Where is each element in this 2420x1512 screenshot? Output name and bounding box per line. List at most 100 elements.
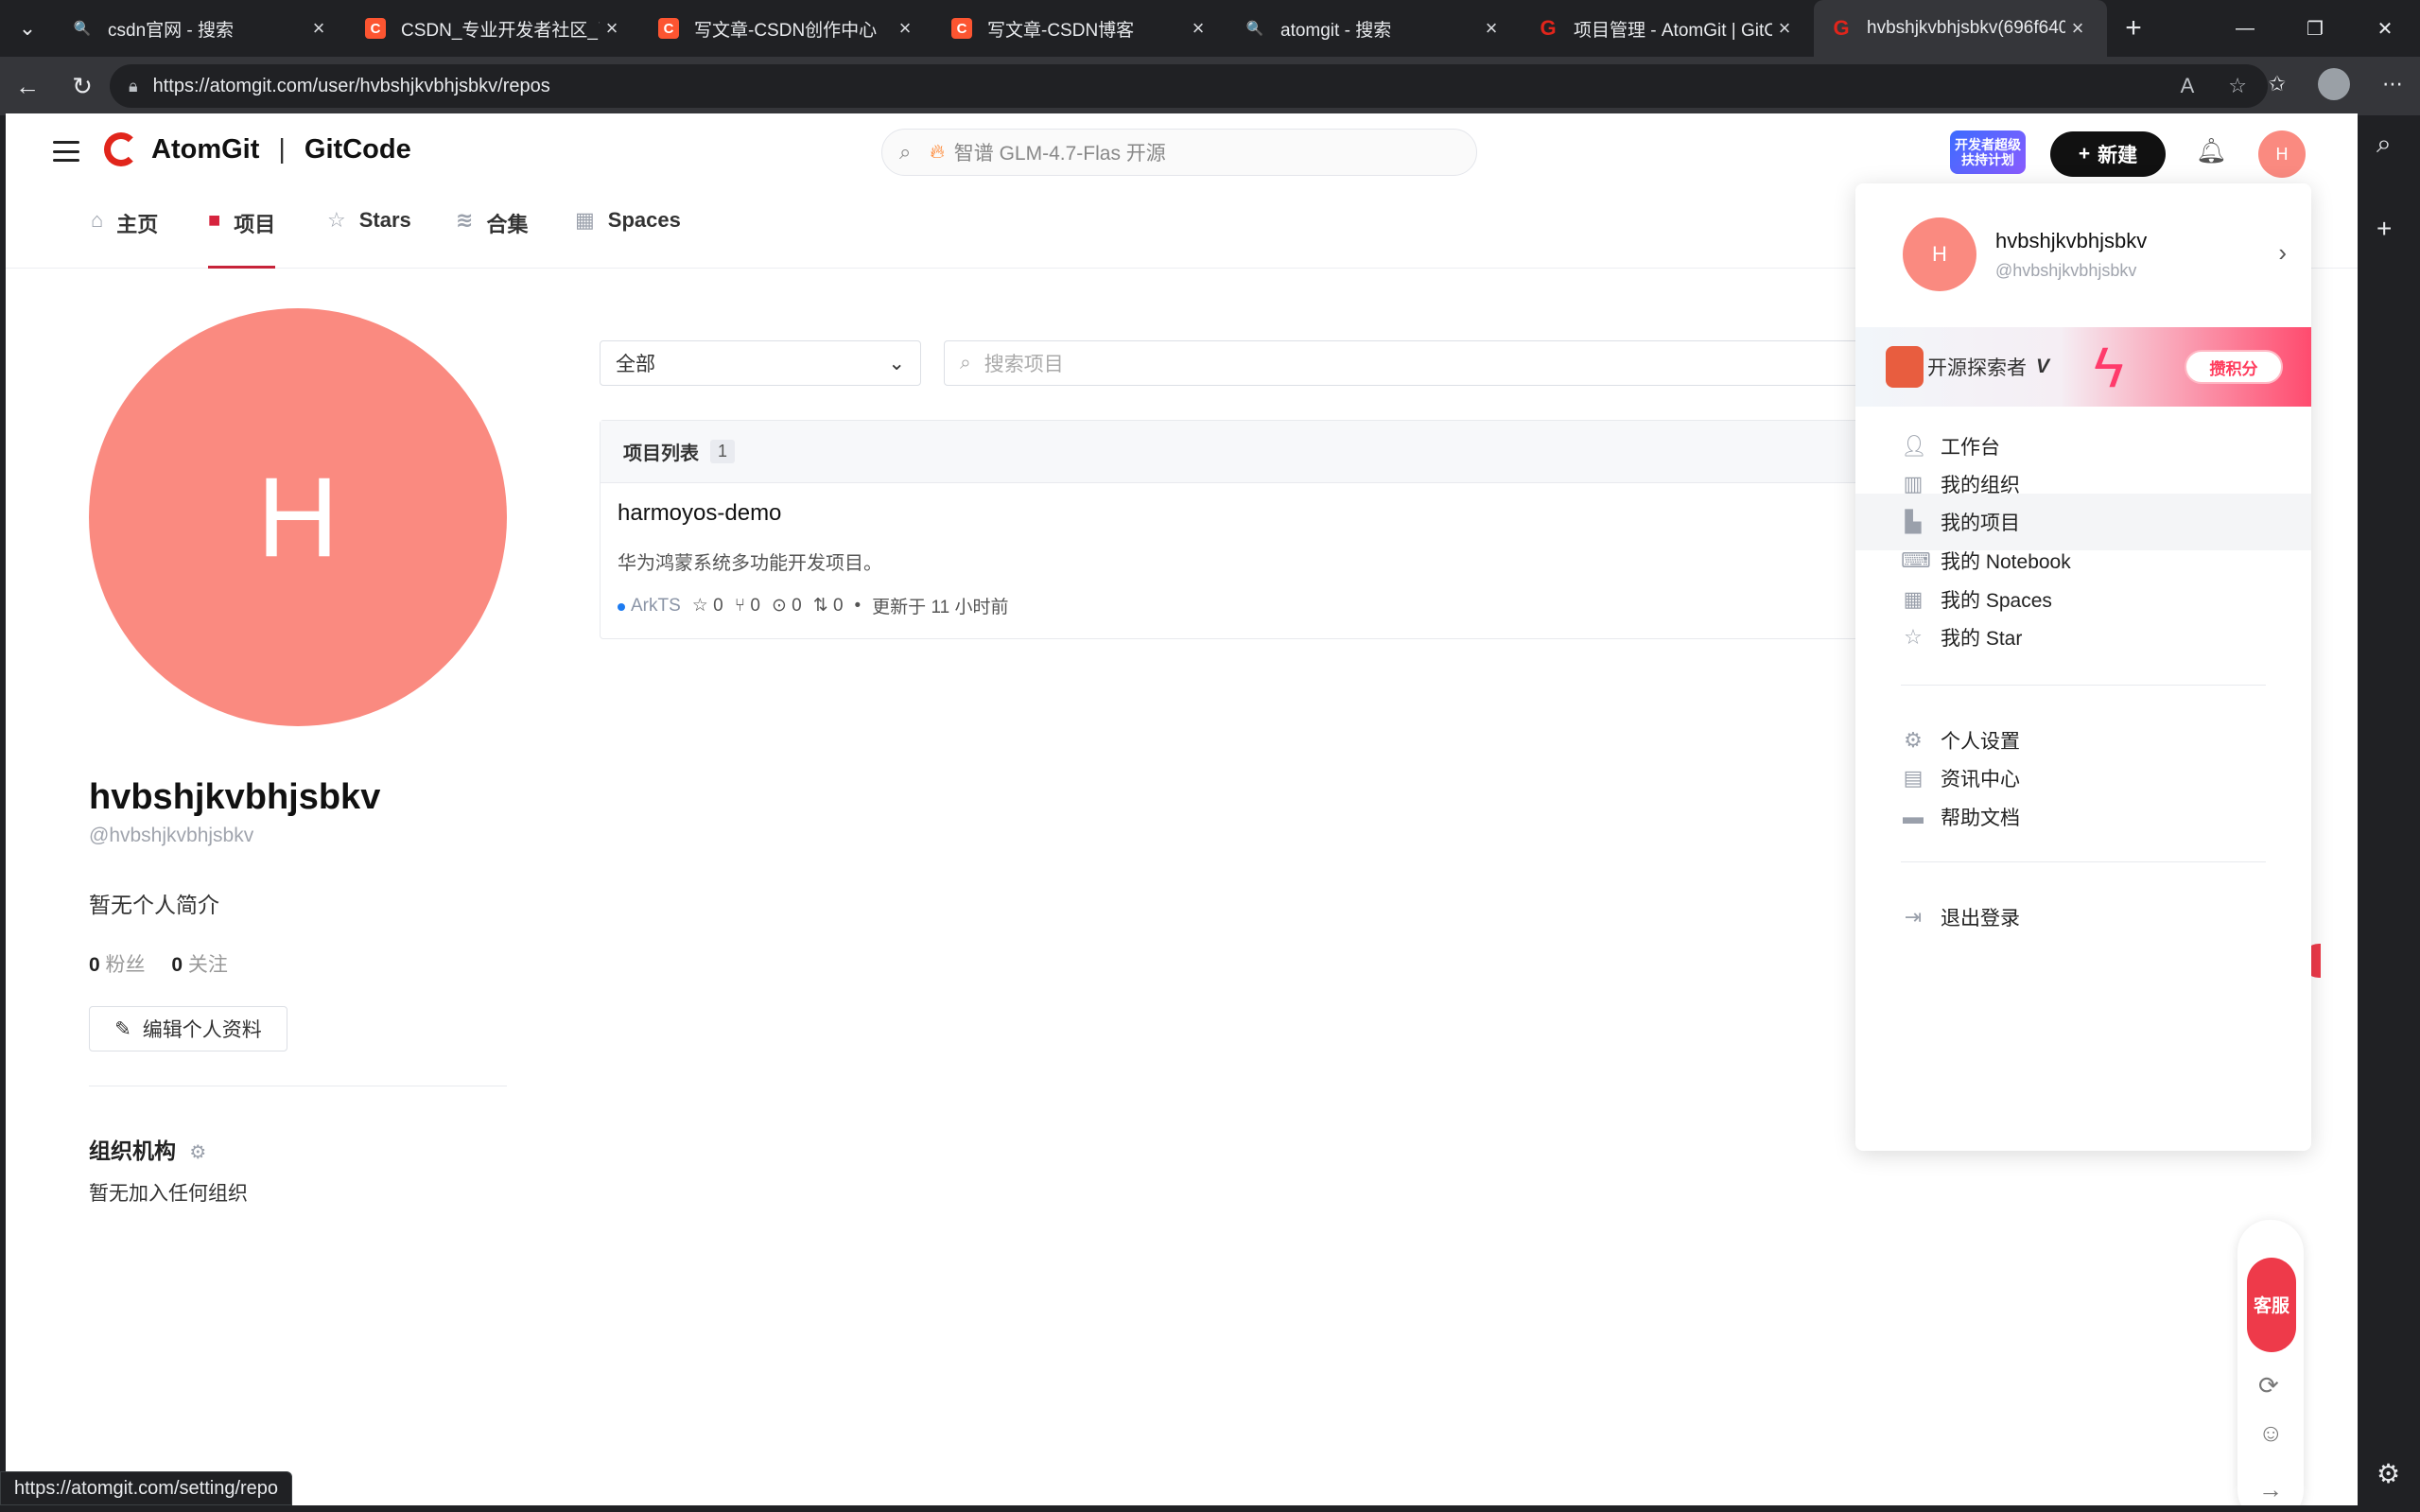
close-icon[interactable]: × (1772, 16, 1797, 41)
logout-icon: ⇥ (1904, 905, 1923, 929)
browser-tab[interactable]: C 写文章-CSDN创作中心 × (641, 0, 934, 57)
tab-projects[interactable]: ■ 项目 (208, 208, 276, 269)
profile-icon[interactable] (2318, 68, 2350, 100)
refresh-icon[interactable]: ⟳ (2258, 1371, 2279, 1400)
earn-points-button[interactable]: 攒积分 (2185, 350, 2283, 384)
project-meta: ArkTS ☆ 0 ⑂ 0 ⊙ 0 ⇅ 0 • 更新于 11 小时前 (618, 593, 1008, 618)
following-count: 0 (171, 954, 183, 976)
add-icon[interactable]: + (2376, 214, 2392, 244)
chevron-down-icon: ⌄ (888, 352, 905, 374)
search-icon[interactable]: ⌕ (2376, 129, 2392, 160)
dropdown-user-card[interactable]: H hvbshjkvbhjsbkv @hvbshjkvbhjsbkv › (1855, 183, 2311, 325)
csdn-favicon-icon: C (365, 18, 386, 39)
watchers-value: 0 (792, 596, 802, 616)
url-field[interactable]: 🔒︎ https://atomgit.com/user/hvbshjkvbhjs… (110, 64, 2268, 108)
forks-value: 0 (750, 595, 760, 616)
browser-tab[interactable]: C CSDN_专业开发者社区_已接 × (348, 0, 641, 57)
settings-icon[interactable]: ⚙ (2376, 1458, 2400, 1489)
star-icon: ☆ (327, 208, 346, 232)
profile-bio: 暂无个人简介 (89, 893, 219, 917)
customer-service-button[interactable]: 客服 (2247, 1258, 2296, 1352)
search-icon: 🔍 (1245, 21, 1264, 37)
read-aloud-icon[interactable]: A (2181, 74, 2195, 98)
atomgit-logo-icon (104, 132, 138, 166)
tab-home[interactable]: ⌂ 主页 (91, 208, 158, 269)
tab-collections[interactable]: ≋ 合集 (456, 208, 528, 269)
profile-handle: @hvbshjkvbhjsbkv (89, 825, 254, 846)
menu-icon[interactable] (53, 138, 79, 165)
level-badge: V (2036, 356, 2050, 377)
pr-count: ⇅ 0 (813, 595, 844, 617)
fork-icon: ⑂ (734, 595, 746, 616)
tab-title: CSDN_专业开发者社区_已接 (401, 20, 600, 41)
restore-icon[interactable]: ❐ (2280, 0, 2350, 57)
following-label: 关注 (187, 954, 228, 976)
menu-item-my-star[interactable]: ☆ 我的 Star (1855, 609, 2311, 666)
close-icon[interactable]: × (306, 16, 331, 41)
project-icon: ▙ (1905, 510, 1922, 533)
menu-item-logout[interactable]: ⇥ 退出登录 (1855, 889, 2311, 946)
new-tab-button[interactable]: + (2107, 12, 2160, 44)
tab-title: hvbshjkvbhjsbkv(696f64044 (1867, 18, 2065, 38)
reload-icon[interactable]: ↻ (55, 72, 110, 101)
arrow-right-icon[interactable]: → (2258, 1475, 2283, 1504)
minimize-icon[interactable]: — (2210, 0, 2280, 57)
address-bar-row: ← ↻ 🔒︎ https://atomgit.com/user/hvbshjkv… (0, 57, 2420, 115)
project-search-input[interactable]: ⌕ 搜索项目 (944, 340, 1889, 386)
project-language: ArkTS (618, 596, 681, 617)
project-name-link[interactable]: harmoyos-demo (618, 500, 781, 527)
window-controls: — ❐ ✕ (2210, 0, 2420, 57)
back-icon[interactable]: ← (0, 72, 55, 101)
browser-tab[interactable]: G 项目管理 - AtomGit | GitCod × (1521, 0, 1814, 57)
tab-spaces[interactable]: ▦ Spaces (575, 208, 681, 269)
global-search-input[interactable]: ⌕ 🔥︎ 智谱 GLM-4.7-Flas 开源 (881, 129, 1477, 176)
tab-title: 写文章-CSDN博客 (987, 20, 1135, 41)
browser-tab[interactable]: 🔍 csdn官网 - 搜索 × (55, 0, 348, 57)
tab-label: 主页 (116, 213, 159, 236)
tab-actions-menu-icon[interactable]: ⌄ (0, 0, 55, 57)
close-icon[interactable]: × (1479, 16, 1504, 41)
site-logo[interactable]: AtomGit | GitCode (104, 132, 411, 166)
promo-badge[interactable]: 开发者超级扶持计划 (1950, 130, 2026, 174)
gear-icon[interactable]: ⚙ (189, 1142, 206, 1163)
star-icon: ☆ (1904, 625, 1923, 649)
status-bar-url: https://atomgit.com/setting/repo (0, 1471, 293, 1505)
explorer-banner[interactable]: 开源探索者 V ϟ 攒积分 (1855, 327, 2311, 407)
close-icon[interactable]: × (893, 16, 917, 41)
favorite-star-icon[interactable]: ☆ (2228, 74, 2247, 98)
menu-item-help[interactable]: ▬ 帮助文档 (1855, 789, 2311, 845)
bell-icon[interactable]: 🔔︎ (2196, 136, 2227, 165)
followers-count: 0 (89, 954, 100, 976)
new-button[interactable]: + 新建 (2050, 131, 2166, 177)
project-filter-select[interactable]: 全部 ⌄ (600, 340, 921, 386)
search-placeholder: 智谱 GLM-4.7-Flas 开源 (953, 143, 1166, 165)
close-icon[interactable]: × (600, 16, 624, 41)
followers-link[interactable]: 0 粉丝 (89, 954, 146, 976)
profile-name: hvbshjkvbhjsbkv (89, 777, 381, 817)
tab-title: 项目管理 - AtomGit | GitCod (1574, 20, 1772, 41)
following-link[interactable]: 0 关注 (171, 954, 228, 976)
more-icon[interactable]: ⋯ (2382, 72, 2403, 96)
browser-tab[interactable]: C 写文章-CSDN博客 × (934, 0, 1227, 57)
notebook-icon: ⌨ (1901, 548, 1931, 572)
close-icon[interactable]: × (2065, 16, 2090, 41)
edit-profile-button[interactable]: ✎ 编辑个人资料 (89, 1006, 287, 1051)
lightning-icon: ϟ (2094, 336, 2124, 399)
favorites-icon[interactable]: ✩ (2269, 72, 2286, 96)
project-list-title: 项目列表 (623, 443, 699, 464)
chevron-right-icon: › (2278, 238, 2287, 267)
search-icon: ⌕ (960, 352, 971, 374)
close-icon[interactable]: × (1186, 16, 1210, 41)
news-icon: ▤ (1903, 766, 1924, 790)
browser-tab-active[interactable]: G hvbshjkvbhjsbkv(696f64044 × (1814, 0, 2107, 57)
close-window-icon[interactable]: ✕ (2350, 0, 2420, 57)
user-avatar-button[interactable]: H (2258, 130, 2306, 178)
site-info-icon[interactable]: 🔒︎ (129, 77, 138, 96)
csdn-favicon-icon: C (658, 18, 679, 39)
browser-tab[interactable]: 🔍 atomgit - 搜索 × (1227, 0, 1521, 57)
brand-atomgit: AtomGit (151, 133, 260, 165)
dropdown-username: hvbshjkvbhjsbkv (1995, 229, 2148, 252)
smile-icon[interactable]: ☺ (2258, 1418, 2284, 1448)
menu-divider (1901, 685, 2266, 686)
tab-stars[interactable]: ☆ Stars (327, 208, 411, 269)
